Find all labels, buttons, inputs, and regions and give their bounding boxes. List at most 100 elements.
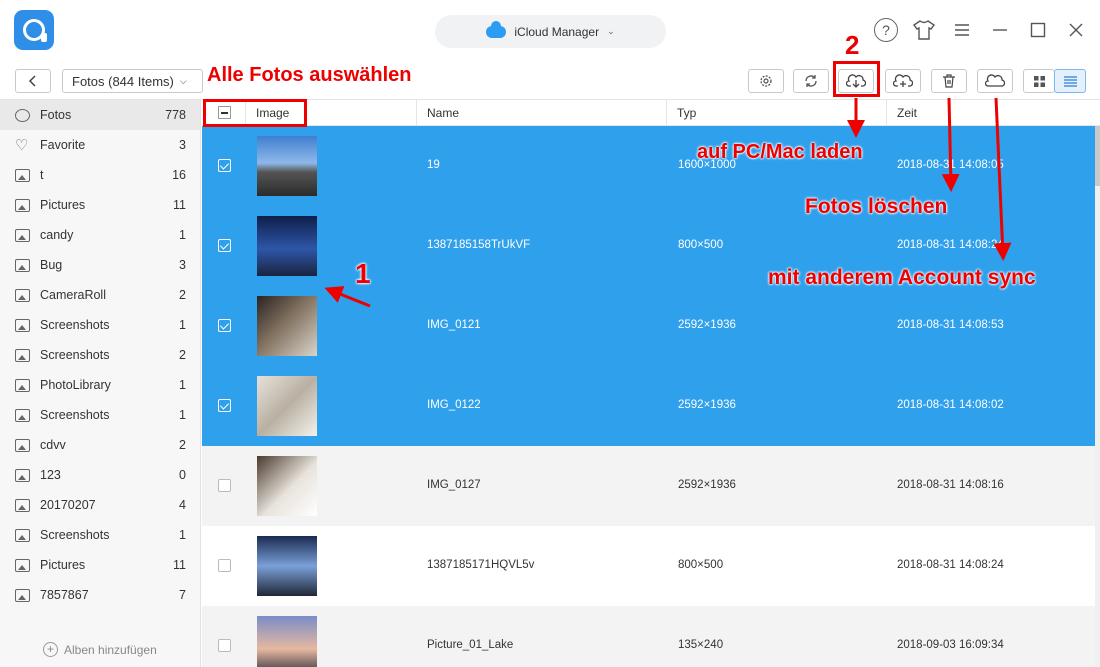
sidebar-item[interactable]: t 16 (0, 160, 200, 190)
sidebar-item[interactable]: Bug 3 (0, 250, 200, 280)
sidebar-item[interactable]: PhotoLibrary 1 (0, 370, 200, 400)
sidebar-item[interactable]: cdvv 2 (0, 430, 200, 460)
table-row[interactable]: IMG_0127 2592×1936 2018-08-31 14:08:16 (202, 446, 1095, 526)
sidebar-item-count: 4 (179, 498, 186, 512)
row-checkbox[interactable] (218, 159, 231, 172)
album-icon (15, 588, 30, 602)
delete-icon (943, 74, 955, 88)
sidebar-item[interactable]: Screenshots 1 (0, 400, 200, 430)
album-icon (15, 168, 30, 182)
upload-icon (893, 74, 913, 87)
help-icon[interactable]: ? (874, 18, 898, 42)
row-checkbox[interactable] (218, 639, 231, 652)
sidebar: Fotos 778 ♡ Favorite 3 t 16 Pictures 11 candy 1 Bug… (0, 100, 201, 667)
maximize-icon[interactable] (1026, 18, 1050, 42)
table-row[interactable]: IMG_0122 2592×1936 2018-08-31 14:08:02 (202, 366, 1095, 446)
menu-icon[interactable] (950, 18, 974, 42)
sidebar-item-label: Screenshots (40, 528, 110, 542)
table-row[interactable]: IMG_0121 2592×1936 2018-08-31 14:08:53 (202, 286, 1095, 366)
cell-zeit: 2018-08-31 14:08:02 (897, 399, 1004, 411)
close-icon[interactable] (1064, 18, 1088, 42)
album-icon (15, 468, 30, 482)
cell-name: Picture_01_Lake (427, 639, 514, 651)
photo-thumbnail[interactable] (257, 616, 317, 667)
sidebar-item[interactable]: Pictures 11 (0, 550, 200, 580)
app-logo-icon (14, 10, 54, 50)
sidebar-item[interactable]: CameraRoll 2 (0, 280, 200, 310)
album-icon (15, 528, 30, 542)
sidebar-item[interactable]: 20170207 4 (0, 490, 200, 520)
sidebar-item-label: Favorite (40, 138, 86, 152)
table-row[interactable]: Picture_01_Lake 135×240 2018-09-03 16:09:3… (202, 606, 1095, 667)
grid-view-icon (1033, 75, 1045, 87)
photo-thumbnail[interactable] (257, 136, 317, 196)
photo-thumbnail[interactable] (257, 216, 317, 276)
gear-icon (15, 108, 30, 122)
sidebar-item[interactable]: 123 0 (0, 460, 200, 490)
sidebar-item-count: 778 (165, 108, 186, 122)
annotation-step2: 2 (845, 30, 860, 60)
sidebar-item-count: 1 (179, 378, 186, 392)
device-selector[interactable]: iCloud Manager ⌄ (435, 15, 666, 48)
sidebar-item[interactable]: 7857867 7 (0, 580, 200, 610)
row-checkbox[interactable] (218, 319, 231, 332)
grid-view-button[interactable] (1023, 69, 1055, 93)
sidebar-item-count: 2 (179, 438, 186, 452)
sidebar-item[interactable]: ♡ Favorite 3 (0, 130, 200, 160)
skin-icon[interactable] (912, 18, 936, 42)
sidebar-item[interactable]: Screenshots 1 (0, 310, 200, 340)
photo-thumbnail[interactable] (257, 536, 317, 596)
row-checkbox[interactable] (218, 479, 231, 492)
upload-button[interactable] (885, 69, 921, 93)
sidebar-item[interactable]: Screenshots 1 (0, 520, 200, 550)
photo-thumbnail[interactable] (257, 296, 317, 356)
sidebar-item[interactable]: candy 1 (0, 220, 200, 250)
sidebar-item-count: 1 (179, 318, 186, 332)
scrollbar[interactable] (1095, 126, 1100, 667)
sidebar-item-label: 20170207 (40, 498, 96, 512)
row-checkbox[interactable] (218, 559, 231, 572)
annotation-step1: 1 (355, 258, 371, 289)
column-typ[interactable]: Typ (666, 100, 886, 126)
row-checkbox[interactable] (218, 399, 231, 412)
sidebar-item-count: 11 (173, 198, 186, 212)
category-select[interactable]: Fotos (844 Items) ⌵ (62, 69, 203, 93)
sidebar-item[interactable]: Screenshots 2 (0, 340, 200, 370)
cell-typ: 800×500 (678, 239, 724, 251)
row-checkbox[interactable] (218, 239, 231, 252)
sidebar-item-count: 11 (173, 558, 186, 572)
sidebar-item-label: CameraRoll (40, 288, 106, 302)
table-row[interactable]: 19 1600×1000 2018-08-31 14:08:05 (202, 126, 1095, 206)
column-name[interactable]: Name (416, 100, 666, 126)
sidebar-item-label: Screenshots (40, 318, 110, 332)
cell-name: 19 (427, 159, 440, 171)
list-view-button[interactable] (1054, 69, 1086, 93)
delete-button[interactable] (931, 69, 967, 93)
cell-zeit: 2018-08-31 14:08:53 (897, 319, 1004, 331)
photo-thumbnail[interactable] (257, 456, 317, 516)
cell-zeit: 2018-08-31 14:08:24 (897, 239, 1004, 251)
cell-name: 1387185158TrUkVF (427, 239, 531, 251)
icloud-icon (486, 20, 507, 38)
minimize-icon[interactable] (988, 18, 1012, 42)
toolbar: Fotos (844 Items) ⌵ (0, 62, 1100, 100)
table-row[interactable]: 1387185171HQVL5v 800×500 2018-08-31 14:08:… (202, 526, 1095, 606)
sidebar-item[interactable]: Fotos 778 (0, 100, 200, 130)
sync-cloud-button[interactable] (977, 69, 1013, 93)
add-album-button[interactable]: + Alben hinzufügen (43, 642, 157, 657)
refresh-button[interactable] (793, 69, 829, 93)
back-button[interactable] (15, 69, 51, 93)
title-bar: iCloud Manager ⌄ ? (0, 0, 1100, 62)
column-zeit[interactable]: Zeit (886, 100, 1100, 126)
photo-thumbnail[interactable] (257, 376, 317, 436)
annotation-sync: mit anderem Account sync (768, 266, 1036, 289)
annotation-delete: Fotos löschen (805, 195, 948, 218)
album-icon (15, 498, 30, 512)
settings-button[interactable] (748, 69, 784, 93)
cell-name: 1387185171HQVL5v (427, 559, 535, 571)
sidebar-item-label: Bug (40, 258, 63, 272)
sidebar-item[interactable]: Pictures 11 (0, 190, 200, 220)
category-select-value: Fotos (844 Items) (72, 73, 174, 89)
sidebar-item-label: Fotos (40, 108, 72, 122)
album-icon (15, 318, 30, 332)
